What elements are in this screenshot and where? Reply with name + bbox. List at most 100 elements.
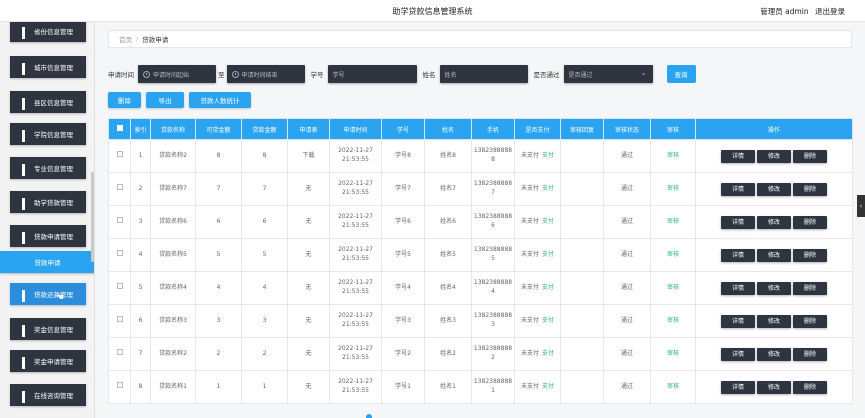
cell-index: 7 <box>130 337 151 371</box>
row-delete-button[interactable]: 删除 <box>793 380 827 394</box>
sidebar-item-province[interactable]: 省份信息管理 <box>10 22 86 42</box>
audit-link[interactable]: 审核 <box>667 350 679 357</box>
cell-loan-amount: 7 <box>241 172 288 206</box>
cell-loan-amount: 4 <box>241 271 288 305</box>
detail-button[interactable]: 详情 <box>721 281 755 295</box>
cell-application-form[interactable]: 下载 <box>287 139 330 173</box>
start-date-input[interactable]: 申请时间起始 <box>138 65 216 83</box>
search-button[interactable]: 查询 <box>666 65 696 83</box>
edit-button[interactable]: 修改 <box>757 248 791 262</box>
audit-link[interactable]: 审核 <box>667 185 679 192</box>
sidebar-scrollbar[interactable] <box>91 172 94 262</box>
audit-link[interactable]: 审核 <box>667 284 679 291</box>
sidebar-item-scholarship[interactable]: 奖金信息管理 <box>10 318 86 340</box>
cell-apply-time: 2022-11-27 21:53:55 <box>329 370 382 404</box>
detail-button[interactable]: 详情 <box>721 314 755 328</box>
detail-button[interactable]: 详情 <box>721 182 755 196</box>
sidebar-item-college[interactable]: 学院信息管理 <box>10 123 86 145</box>
sidebar-item-county[interactable]: 县区信息管理 <box>10 91 86 113</box>
edit-button[interactable]: 修改 <box>757 182 791 196</box>
row-delete-button[interactable]: 删除 <box>793 314 827 328</box>
select-all-checkbox[interactable] <box>108 118 131 140</box>
audit-link[interactable]: 审核 <box>667 383 679 390</box>
cell-phone: 1382388888 7 <box>471 172 515 206</box>
chevron-left-icon[interactable]: ‹ <box>857 195 865 217</box>
detail-button[interactable]: 详情 <box>721 347 755 361</box>
row-checkbox[interactable] <box>108 271 131 305</box>
row-checkbox[interactable] <box>108 172 131 206</box>
detail-button[interactable]: 详情 <box>721 149 755 163</box>
row-delete-button[interactable]: 删除 <box>793 347 827 361</box>
row-delete-button[interactable]: 删除 <box>793 281 827 295</box>
edit-button[interactable]: 修改 <box>757 281 791 295</box>
table-row: 4 贷款名称5 5 5 无 2022-11-27 21:53:55 学号5 姓名5 1382388… <box>108 238 853 272</box>
detail-button[interactable]: 详情 <box>721 380 755 394</box>
detail-button[interactable]: 详情 <box>721 248 755 262</box>
edit-button[interactable]: 修改 <box>757 380 791 394</box>
audit-link[interactable]: 审核 <box>667 218 679 225</box>
row-delete-button[interactable]: 删除 <box>793 182 827 196</box>
cell-index: 8 <box>130 370 151 404</box>
sidebar-item-repayment[interactable]: 贷款还款管理 ☚ <box>10 283 86 305</box>
sidebar-item-consult[interactable]: 在线咨询管理 <box>10 384 86 406</box>
edit-button[interactable]: 修改 <box>757 215 791 229</box>
pay-link[interactable]: 支付 <box>542 185 554 192</box>
cell-phone: 1382388888 1 <box>471 370 515 404</box>
cell-actions: 详情 修改 删除 <box>695 304 853 338</box>
row-checkbox[interactable] <box>108 238 131 272</box>
row-checkbox[interactable] <box>108 139 131 173</box>
cell-apply-time: 2022-11-27 21:53:55 <box>329 304 382 338</box>
export-button[interactable]: 导出 <box>146 92 184 108</box>
row-checkbox[interactable] <box>108 337 131 371</box>
pay-link[interactable]: 支付 <box>542 383 554 390</box>
sidebar-item-loan[interactable]: 助学贷款管理 <box>10 191 86 213</box>
pass-select[interactable]: 是否通过 ⌄ <box>563 65 653 83</box>
row-delete-button[interactable]: 删除 <box>793 215 827 229</box>
app-title: 助学贷款信息管理系统 <box>392 7 473 16</box>
loan-stats-button[interactable]: 贷款人数统计 <box>189 92 251 108</box>
edit-button[interactable]: 修改 <box>757 347 791 361</box>
edit-button[interactable]: 修改 <box>757 149 791 163</box>
grid-icon <box>22 391 30 403</box>
pay-link[interactable]: 支付 <box>542 218 554 225</box>
sidebar-subitem-loan-apply[interactable]: 贷款申请 <box>0 251 94 273</box>
sidebar-item-scholarship-apply[interactable]: 奖金申请管理 <box>10 350 86 372</box>
audit-link[interactable]: 审核 <box>667 251 679 258</box>
table-row: 7 贷款名称2 2 2 无 2022-11-27 21:53:55 学号2 姓名2 1382388… <box>108 337 853 371</box>
cell-available-amount: 2 <box>195 337 242 371</box>
sidebar-item-major[interactable]: 专业信息管理 <box>10 157 86 179</box>
pay-link[interactable]: 支付 <box>542 251 554 258</box>
breadcrumb-home[interactable]: 首页 <box>119 34 132 44</box>
sidebar-item-label: 助学贷款管理 <box>34 199 73 207</box>
logout-link[interactable]: 退出登录 <box>815 7 845 16</box>
row-checkbox[interactable] <box>108 370 131 404</box>
grid-icon <box>22 232 30 244</box>
end-date-input[interactable]: 申请时间结束 <box>226 65 305 83</box>
column-header: 操作 <box>695 118 853 140</box>
grid-icon <box>22 290 30 302</box>
detail-button[interactable]: 详情 <box>721 215 755 229</box>
row-delete-button[interactable]: 删除 <box>793 149 827 163</box>
sidebar-item-city[interactable]: 城市信息管理 <box>10 56 86 78</box>
row-delete-button[interactable]: 删除 <box>793 248 827 262</box>
student-no-input[interactable]: 学号 <box>327 65 417 83</box>
cell-available-amount: 6 <box>195 205 242 239</box>
edit-button[interactable]: 修改 <box>757 314 791 328</box>
audit-link[interactable]: 审核 <box>667 317 679 324</box>
delete-button[interactable]: 删除 <box>108 92 141 108</box>
audit-link[interactable]: 审核 <box>667 152 679 159</box>
pay-link[interactable]: 支付 <box>542 350 554 357</box>
pay-link[interactable]: 支付 <box>542 152 554 159</box>
cell-audit: 审核 <box>650 139 696 173</box>
row-checkbox[interactable] <box>108 304 131 338</box>
cell-loan-name: 贷款名称3 <box>150 304 196 338</box>
row-checkbox[interactable] <box>108 205 131 239</box>
cell-apply-time: 2022-11-27 21:53:55 <box>329 139 382 173</box>
pay-link[interactable]: 支付 <box>542 284 554 291</box>
table-row: 5 贷款名称4 4 4 无 2022-11-27 21:53:55 学号4 姓名4 1382388… <box>108 271 853 305</box>
cell-student-name: 姓名5 <box>424 238 472 272</box>
sidebar-item-loan-apply-mgmt[interactable]: 贷款申请管理 <box>10 225 86 247</box>
name-input[interactable]: 姓名 <box>439 65 528 83</box>
pay-link[interactable]: 支付 <box>542 317 554 324</box>
column-header: 手机 <box>471 118 515 140</box>
